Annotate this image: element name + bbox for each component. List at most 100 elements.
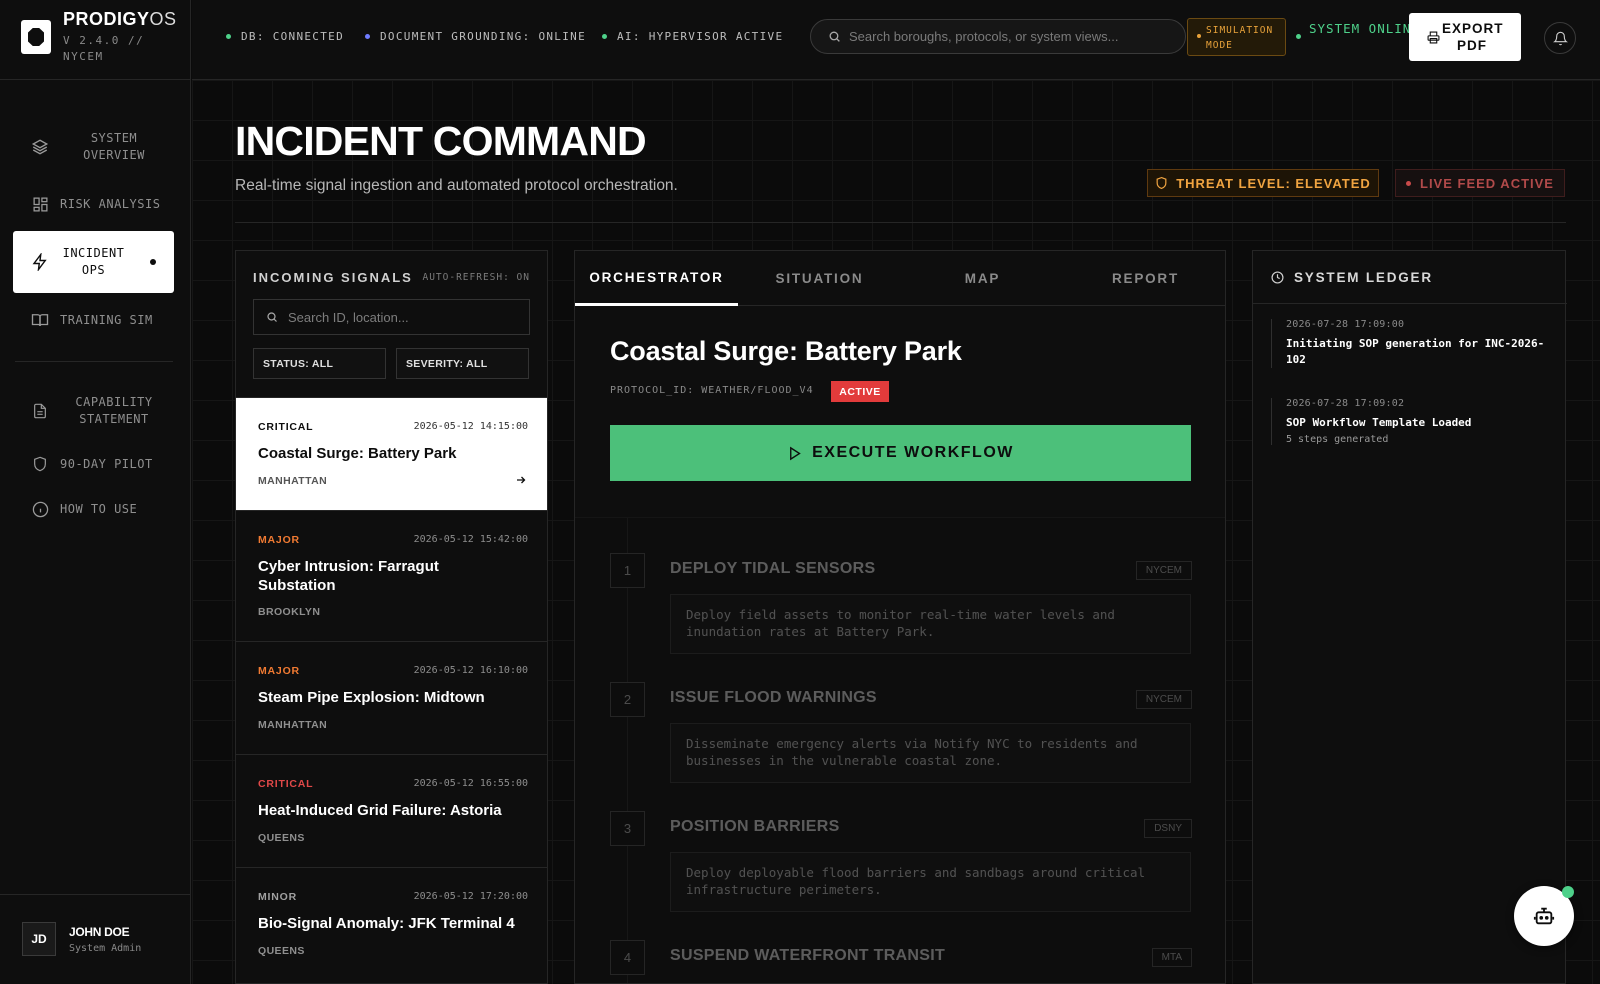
step-description: Deploy field assets to monitor real-time… (670, 594, 1191, 654)
status-badge: ACTIVE (831, 381, 889, 402)
status-document-grounding: DOCUMENT GROUNDING: ONLINE (365, 30, 586, 43)
step-description: Deploy deployable flood barriers and san… (670, 852, 1191, 912)
live-feed-badge: LIVE FEED ACTIVE (1395, 169, 1565, 197)
sidebar-item-label: CAPABILITY STATEMENT (75, 395, 153, 426)
step-agency: DSNY (1144, 819, 1192, 838)
signal-time: 2026-05-12 15:42:00 (413, 534, 528, 545)
signal-borough: MANHATTAN (258, 475, 328, 487)
signal-name: Bio-Signal Anomaly: JFK Terminal 4 (258, 915, 515, 932)
shield-icon (1156, 176, 1167, 190)
protocol-title: Coastal Surge: Battery Park (610, 336, 962, 366)
signal-borough: MANHATTAN (258, 719, 328, 731)
panel-title: INCOMING SIGNALS (253, 270, 413, 285)
sidebar-item-label: HOW TO USE (60, 501, 138, 516)
tab-report[interactable]: REPORT (1064, 251, 1225, 306)
sidebar-divider (15, 361, 173, 362)
assistant-bot-button[interactable] (1514, 886, 1574, 946)
signal-name: Heat-Induced Grid Failure: Astoria (258, 802, 502, 819)
ledger-message: Initiating SOP generation for INC-2026-1… (1286, 337, 1545, 366)
signal-borough: QUEENS (258, 945, 305, 957)
sidebar-item-label: SYSTEM OVERVIEW (83, 131, 145, 162)
sidebar-item-how-to-use[interactable]: HOW TO USE (13, 498, 174, 520)
status-filter-select[interactable]: STATUS: ALL (253, 348, 386, 379)
bell-icon (1552, 31, 1568, 45)
signal-item[interactable]: MAJOR 2026-05-12 16:10:00 Steam Pipe Exp… (236, 641, 547, 754)
step-agency: NYCEM (1135, 561, 1192, 580)
signal-severity: CRITICAL (258, 778, 314, 790)
sidebar-item-system-overview[interactable]: SYSTEM OVERVIEW (13, 124, 174, 170)
signal-item[interactable]: MAJOR 2026-05-12 15:42:00 Cyber Intrusio… (236, 510, 547, 641)
signal-time: 2026-05-12 17:20:00 (413, 891, 528, 902)
step-title: ISSUE FLOOD WARNINGS (670, 689, 877, 706)
notifications-button[interactable] (1544, 22, 1576, 54)
status-dot (365, 34, 370, 39)
signal-severity: MAJOR (258, 665, 300, 677)
signal-name: Coastal Surge: Battery Park (258, 445, 457, 462)
signal-item[interactable]: MINOR 2026-05-12 17:20:00 Bio-Signal Ano… (236, 867, 547, 983)
ledger-entry: 2026-07-28 17:09:02 SOP Workflow Templat… (1271, 398, 1551, 445)
ledger-entry: 2026-07-28 17:09:00 Initiating SOP gener… (1271, 319, 1551, 368)
sidebar-item-90-day-pilot[interactable]: 90-DAY PILOT (13, 453, 174, 475)
brand-name: PRODIGYOS (63, 9, 177, 29)
execute-workflow-button[interactable]: EXECUTE WORKFLOW (610, 425, 1191, 481)
play-icon (790, 446, 801, 460)
sidebar-item-training-sim[interactable]: TRAINING SIM (13, 309, 174, 331)
step-number: 1 (610, 553, 645, 588)
document-icon (31, 402, 49, 420)
header-divider (235, 222, 1566, 223)
shield-icon (31, 455, 49, 473)
app-root: PRODIGYOS V 2.4.0 // NYCEM SYSTEM OVERVI… (0, 0, 1600, 984)
sidebar: PRODIGYOS V 2.4.0 // NYCEM SYSTEM OVERVI… (0, 0, 191, 984)
tab-situation[interactable]: SITUATION (738, 251, 901, 306)
panel-title: SYSTEM LEDGER (1294, 269, 1433, 285)
user-name: JOHN DOE (69, 925, 130, 939)
ledger-timestamp: 2026-07-28 17:09:02 (1286, 398, 1405, 409)
active-indicator (150, 259, 156, 265)
printer-icon (1427, 31, 1440, 44)
step-agency: MTA (1151, 948, 1192, 967)
book-icon (31, 311, 49, 329)
signal-name: Steam Pipe Explosion: Midtown (258, 689, 485, 706)
tab-map[interactable]: MAP (901, 251, 1064, 306)
signal-name: Cyber Intrusion: Farragut Substation (258, 558, 439, 594)
export-pdf-button[interactable]: EXPORT PDF (1409, 13, 1521, 61)
threat-level-badge: THREAT LEVEL: ELEVATED (1147, 169, 1379, 197)
sidebar-item-incident-ops[interactable]: INCIDENT OPS (13, 231, 174, 293)
layers-icon (31, 138, 49, 156)
signal-item[interactable]: CRITICAL 2026-05-12 14:15:00 Coastal Sur… (236, 397, 547, 510)
signal-severity: MINOR (258, 891, 297, 903)
signal-time: 2026-05-12 16:55:00 (413, 778, 528, 789)
step-number: 4 (610, 940, 645, 975)
avatar: JD (22, 922, 56, 956)
user-profile[interactable]: JD JOHN DOE System Admin (0, 894, 191, 984)
incoming-signals-panel: INCOMING SIGNALS AUTO-REFRESH: ON Search… (235, 250, 548, 984)
signal-item[interactable]: CRITICAL 2026-05-12 16:55:00 Heat-Induce… (236, 754, 547, 867)
ledger-subtext: 5 steps generated (1286, 434, 1389, 445)
status-db: DB: CONNECTED (226, 30, 344, 43)
brand: PRODIGYOS V 2.4.0 // NYCEM (0, 0, 191, 80)
protocol-id: PROTOCOL_ID: WEATHER/FLOOD_V4 (610, 385, 814, 396)
signal-time: 2026-05-12 16:10:00 (413, 665, 528, 676)
signal-search-input[interactable]: Search ID, location... (253, 299, 530, 335)
ledger-timestamp: 2026-07-28 17:09:00 (1286, 319, 1405, 330)
sidebar-item-capability-statement[interactable]: CAPABILITY STATEMENT (13, 392, 174, 430)
search-icon (266, 311, 278, 323)
tab-orchestrator[interactable]: ORCHESTRATOR (575, 251, 738, 306)
signal-time: 2026-05-12 14:15:00 (413, 421, 528, 432)
workflow-steps: 1 DEPLOY TIDAL SENSORS NYCEM Deploy fiel… (575, 517, 1225, 983)
signal-borough: QUEENS (258, 832, 305, 844)
step-agency: NYCEM (1135, 690, 1192, 709)
severity-filter-select[interactable]: SEVERITY: ALL (396, 348, 529, 379)
step-title: SUSPEND WATERFRONT TRANSIT (670, 947, 946, 964)
sidebar-item-risk-analysis[interactable]: RISK ANALYSIS (13, 193, 174, 215)
search-placeholder: Search ID, location... (288, 309, 409, 325)
simulation-mode-badge: SIMULATION MODE (1187, 18, 1286, 56)
brand-version: V 2.4.0 // NYCEM (63, 34, 145, 63)
status-dot (602, 34, 607, 39)
global-search-input[interactable]: Search boroughs, protocols, or system vi… (810, 19, 1186, 54)
auto-refresh-status: AUTO-REFRESH: ON (422, 272, 530, 283)
step-number: 2 (610, 682, 645, 717)
step-description: Disseminate emergency alerts via Notify … (670, 723, 1191, 783)
top-bar: DB: CONNECTED DOCUMENT GROUNDING: ONLINE… (192, 0, 1600, 80)
user-role: System Admin (69, 943, 142, 954)
